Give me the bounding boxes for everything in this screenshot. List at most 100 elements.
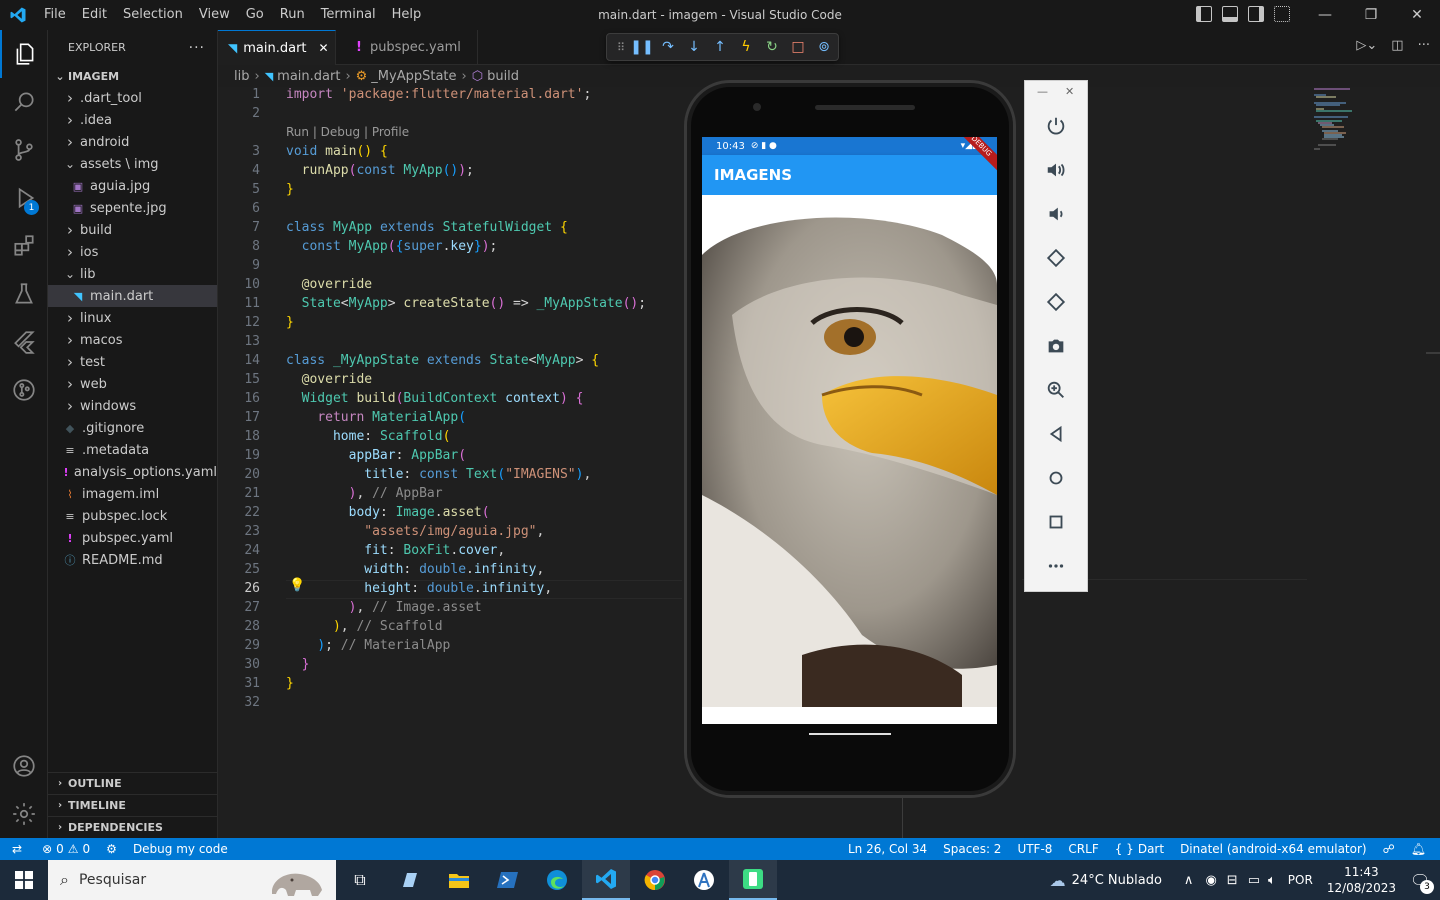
gesture-nav-bar[interactable] — [809, 733, 891, 735]
folder-item[interactable]: › windows — [48, 395, 217, 417]
breadcrumb-lib[interactable]: lib — [234, 69, 249, 84]
chrome-icon[interactable] — [631, 860, 679, 900]
rotate-left-icon[interactable] — [1025, 236, 1087, 280]
menu-edit[interactable]: Edit — [74, 0, 115, 30]
volume-up-icon[interactable] — [1025, 148, 1087, 192]
pause-icon[interactable]: ❚❚ — [629, 36, 655, 58]
emulator-minimize-icon[interactable]: — — [1037, 85, 1048, 98]
menu-selection[interactable]: Selection — [115, 0, 191, 30]
step-into-icon[interactable]: ↓ — [681, 36, 707, 58]
tab-main-dart[interactable]: ◥ main.dart ✕ — [218, 30, 336, 65]
explorer-icon[interactable] — [0, 30, 48, 78]
close-window-icon[interactable]: ✕ — [1394, 0, 1440, 30]
overview-icon[interactable] — [1025, 500, 1087, 544]
volume-down-icon[interactable] — [1025, 192, 1087, 236]
minimize-icon[interactable]: — — [1302, 0, 1348, 30]
power-icon[interactable] — [1025, 104, 1087, 148]
folder-item[interactable]: › macos — [48, 329, 217, 351]
restart-icon[interactable]: ↻ — [759, 36, 785, 58]
file-item[interactable]: ◆ .gitignore — [48, 417, 217, 439]
split-editor-icon[interactable]: ◫ — [1391, 38, 1403, 53]
menu-terminal[interactable]: Terminal — [313, 0, 384, 30]
outline-section[interactable]: › OUTLINE — [48, 772, 217, 794]
minimap[interactable] — [1312, 87, 1372, 157]
toggle-sidebar-icon[interactable] — [1196, 6, 1212, 22]
more-icon[interactable] — [1025, 544, 1087, 588]
tab-pubspec-yaml[interactable]: ! pubspec.yaml — [336, 30, 478, 65]
extensions-icon[interactable] — [0, 222, 48, 270]
feedback-icon[interactable]: ☍ — [1375, 842, 1403, 856]
menu-help[interactable]: Help — [384, 0, 430, 30]
remote-indicator[interactable]: ⇄ — [0, 842, 34, 856]
speaker-icon[interactable]: 🔈︎ — [1268, 873, 1276, 888]
folder-item[interactable]: ⌄ assets \ img — [48, 153, 217, 175]
task-view-icon[interactable]: ⧉ — [336, 860, 384, 900]
folder-item[interactable]: › test — [48, 351, 217, 373]
vscode-taskbar-icon[interactable] — [582, 860, 630, 900]
hot-reload-icon[interactable]: ϟ — [733, 36, 759, 58]
folder-item[interactable]: › web — [48, 373, 217, 395]
menu-view[interactable]: View — [191, 0, 238, 30]
folder-item[interactable]: › build — [48, 219, 217, 241]
line-ending[interactable]: CRLF — [1060, 842, 1106, 856]
file-item[interactable]: ▣ aguia.jpg — [48, 175, 217, 197]
usb-icon[interactable]: ⊟ — [1227, 873, 1238, 888]
search-icon[interactable] — [0, 78, 48, 126]
folder-item[interactable]: › .dart_tool — [48, 87, 217, 109]
menu-file[interactable]: File — [36, 0, 74, 30]
file-item[interactable]: ! pubspec.yaml — [48, 527, 217, 549]
devtools-icon[interactable]: ⊚ — [811, 36, 837, 58]
folder-item[interactable]: › linux — [48, 307, 217, 329]
file-item[interactable]: ◥ main.dart — [48, 285, 217, 307]
encoding[interactable]: UTF-8 — [1009, 842, 1060, 856]
back-icon[interactable] — [1025, 412, 1087, 456]
file-item[interactable]: ⓘ README.md — [48, 549, 217, 571]
settings-gear-icon[interactable] — [0, 790, 48, 838]
folder-item[interactable]: › android — [48, 131, 217, 153]
file-item[interactable]: ▣ sepente.jpg — [48, 197, 217, 219]
emulator-taskbar-icon[interactable] — [729, 860, 777, 900]
testing-icon[interactable] — [0, 270, 48, 318]
dependencies-section[interactable]: › DEPENDENCIES — [48, 816, 217, 838]
rotate-right-icon[interactable] — [1025, 280, 1087, 324]
run-dropdown-icon[interactable]: ▷⌄ — [1356, 38, 1377, 53]
folder-item[interactable]: ⌄ lib — [48, 263, 217, 285]
debug-launch[interactable]: ⚙ Debug my code — [98, 842, 236, 856]
file-item[interactable]: ≡ .metadata — [48, 439, 217, 461]
tray-overflow-icon[interactable]: ∧ — [1184, 873, 1194, 888]
notifications-bell-icon[interactable]: 🔔︎ — [1403, 842, 1440, 856]
emulator-close-icon[interactable]: ✕ — [1065, 85, 1074, 98]
step-out-icon[interactable]: ↑ — [707, 36, 733, 58]
lightbulb-icon[interactable]: 💡 — [289, 578, 305, 593]
file-item[interactable]: ≡ pubspec.lock — [48, 505, 217, 527]
taskbar-search[interactable]: ⌕ Pesquisar — [48, 860, 336, 900]
timeline-section[interactable]: › TIMELINE — [48, 794, 217, 816]
android-studio-icon[interactable] — [680, 860, 728, 900]
breadcrumb-file[interactable]: main.dart — [277, 69, 340, 84]
breadcrumb-class[interactable]: _MyAppState — [371, 69, 456, 84]
menu-go[interactable]: Go — [238, 0, 272, 30]
customize-layout-icon[interactable] — [1274, 6, 1290, 22]
stop-icon[interactable]: □ — [785, 36, 811, 58]
file-item[interactable]: ⌇ imagem.iml — [48, 483, 217, 505]
codelens-run-debug[interactable]: Run | Debug | Profile — [286, 125, 409, 139]
toggle-secondary-sidebar-icon[interactable] — [1248, 6, 1264, 22]
workspace-root[interactable]: ⌄ IMAGEM — [48, 65, 217, 87]
flutter-icon[interactable] — [0, 318, 48, 366]
record-icon[interactable]: ◉ — [1205, 873, 1216, 888]
step-over-icon[interactable]: ↷ — [655, 36, 681, 58]
editor-more-icon[interactable]: ··· — [1418, 38, 1430, 53]
source-control-icon[interactable] — [0, 126, 48, 174]
indentation[interactable]: Spaces: 2 — [935, 842, 1009, 856]
network-icon[interactable]: ▭ — [1248, 873, 1260, 888]
breadcrumb-method[interactable]: build — [487, 69, 519, 84]
input-language[interactable]: POR — [1288, 873, 1313, 887]
git-graph-icon[interactable] — [0, 366, 48, 414]
home-icon[interactable] — [1025, 456, 1087, 500]
folder-item[interactable]: › ios — [48, 241, 217, 263]
weather-text[interactable]: 24°C Nublado — [1072, 873, 1162, 888]
drag-handle-icon[interactable]: ⠿ — [613, 36, 629, 58]
run-debug-icon[interactable]: 1 — [0, 174, 48, 222]
file-explorer-icon[interactable] — [435, 860, 483, 900]
notification-center[interactable]: 🗨︎ 3 — [1410, 860, 1440, 900]
